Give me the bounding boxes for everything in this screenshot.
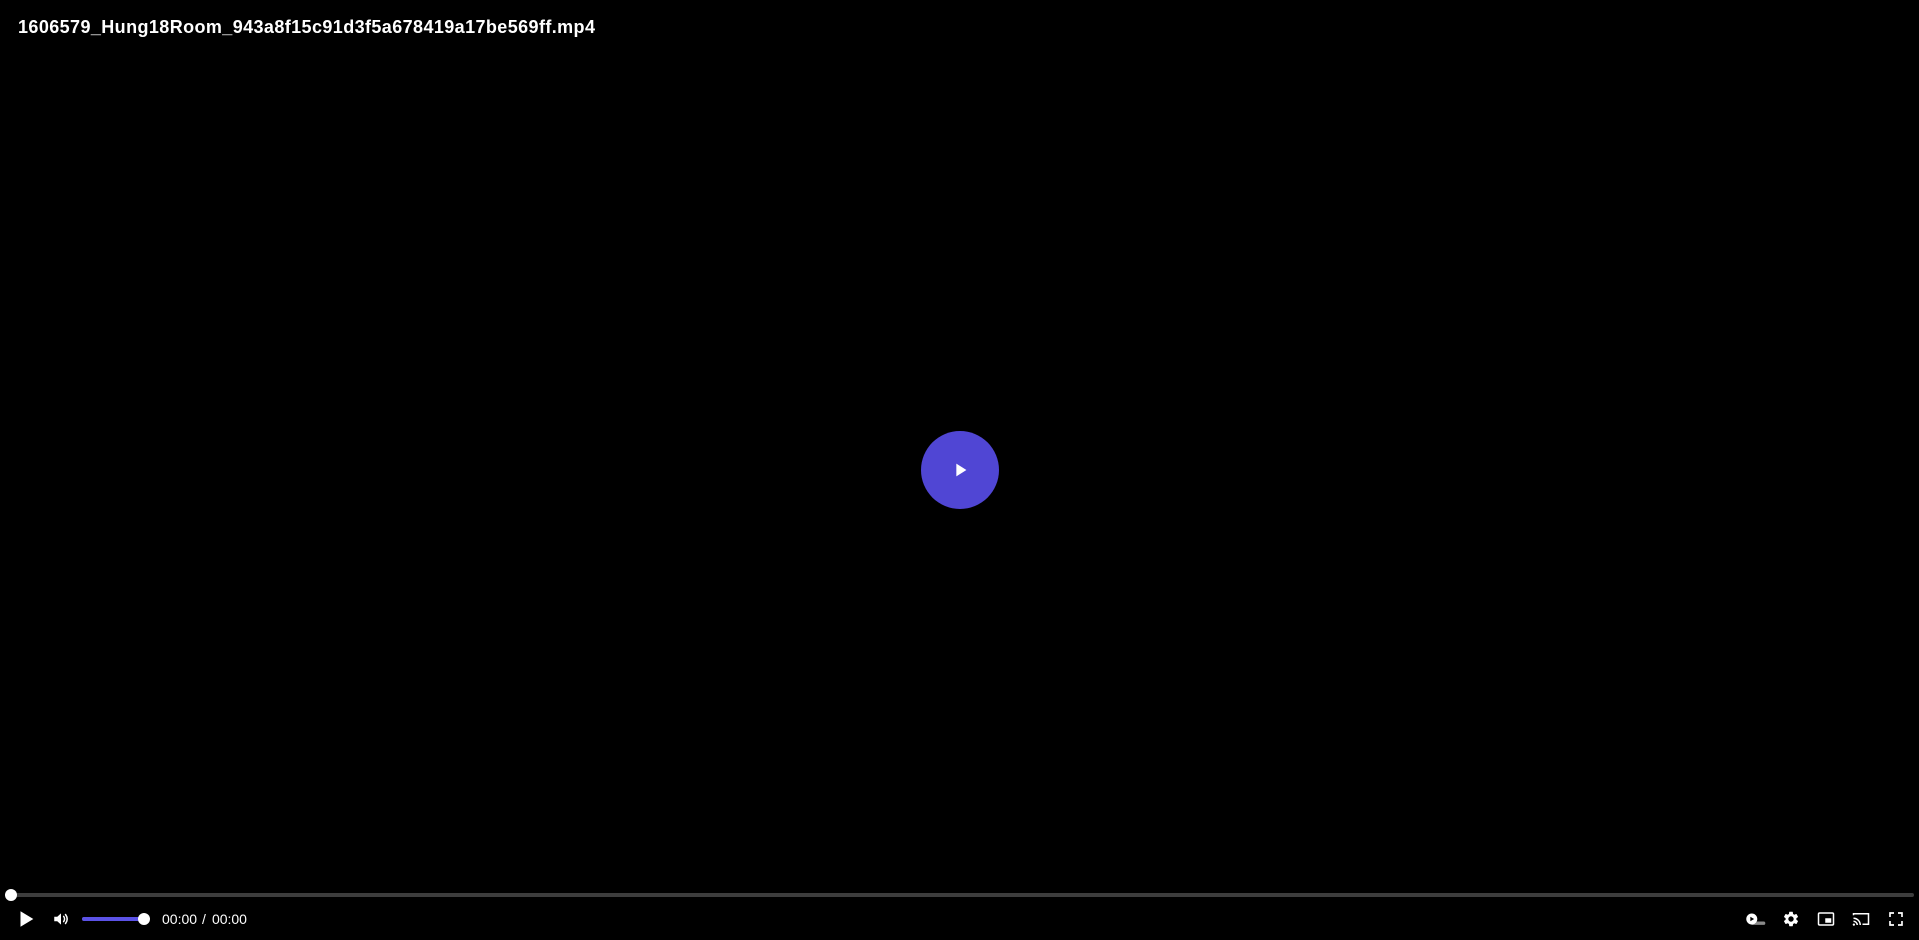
pip-button[interactable]: [1811, 904, 1841, 934]
gear-icon: [1783, 911, 1799, 927]
big-play-button[interactable]: [921, 431, 999, 509]
volume-slider[interactable]: [82, 913, 150, 925]
progress-thumb[interactable]: [5, 889, 17, 901]
autoplay-toggle[interactable]: [1741, 904, 1771, 934]
volume-fill: [82, 917, 144, 921]
cast-button[interactable]: [1846, 904, 1876, 934]
play-button[interactable]: [11, 904, 41, 934]
right-controls: [1741, 904, 1911, 934]
progress-track: [11, 893, 1914, 897]
picture-in-picture-icon: [1817, 912, 1835, 926]
volume-icon: [54, 913, 68, 925]
time-display: 00:00/00:00: [162, 911, 247, 927]
fullscreen-button[interactable]: [1881, 904, 1911, 934]
volume-thumb[interactable]: [138, 913, 150, 925]
fullscreen-icon: [1889, 912, 1903, 926]
control-bar: 00:00/00:00: [0, 904, 1919, 934]
current-time: 00:00: [162, 911, 198, 927]
time-separator: /: [202, 911, 206, 927]
progress-bar[interactable]: [5, 889, 1914, 901]
duration: 00:00: [211, 911, 247, 927]
autoplay-icon: [1746, 913, 1766, 925]
video-player[interactable]: 1606579_Hung18Room_943a8f15c91d3f5a67841…: [0, 0, 1919, 940]
settings-button[interactable]: [1776, 904, 1806, 934]
cast-icon: [1852, 913, 1870, 926]
play-icon: [956, 463, 967, 477]
volume-button[interactable]: [46, 904, 76, 934]
play-icon: [20, 911, 34, 927]
video-title: 1606579_Hung18Room_943a8f15c91d3f5a67841…: [18, 17, 596, 37]
